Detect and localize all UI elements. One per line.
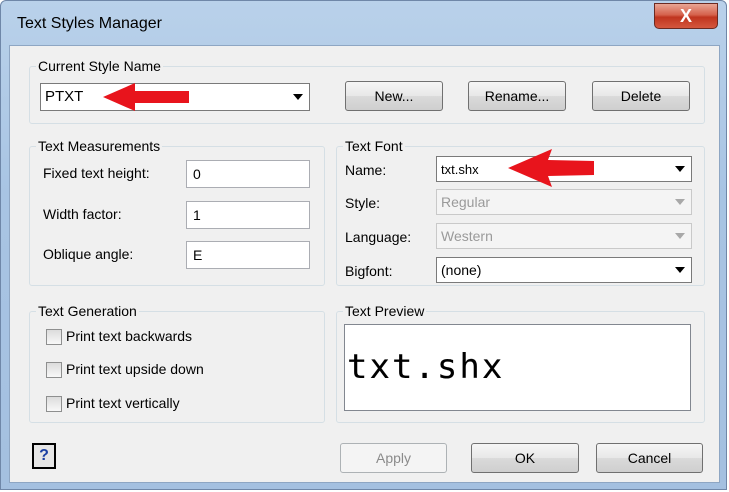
current-style-value: PTXT: [45, 88, 84, 105]
rename-button[interactable]: Rename...: [468, 81, 566, 111]
font-language-label: Language:: [345, 229, 412, 245]
chevron-down-icon: [675, 166, 685, 172]
print-vertically-label: Print text vertically: [66, 395, 180, 411]
font-name-value: txt.shx: [441, 162, 479, 177]
bigfont-value: (none): [441, 262, 482, 278]
width-factor-input[interactable]: 1: [186, 201, 310, 229]
print-upside-down-checkbox[interactable]: Print text upside down: [46, 360, 246, 380]
apply-button[interactable]: Apply: [340, 443, 447, 473]
preview-sample-text: txt.shx: [347, 347, 505, 387]
dialog-window: Text Styles Manager X Current Style Name…: [0, 0, 727, 490]
window-title: Text Styles Manager: [17, 15, 162, 32]
new-button[interactable]: New...: [345, 81, 443, 111]
print-backwards-label: Print text backwards: [66, 328, 193, 344]
font-style-label: Style:: [345, 195, 381, 211]
fixed-height-input[interactable]: 0: [186, 160, 310, 188]
oblique-angle-label: Oblique angle:: [43, 246, 134, 262]
text-preview-pane: txt.shx: [344, 324, 691, 411]
font-language-select[interactable]: Western: [436, 223, 692, 249]
current-style-group-label: Current Style Name: [36, 58, 163, 74]
checkbox-box[interactable]: [46, 362, 62, 378]
text-preview-group-label: Text Preview: [343, 303, 427, 319]
close-button[interactable]: X: [654, 3, 718, 29]
oblique-angle-input[interactable]: E: [186, 241, 310, 269]
font-style-select[interactable]: Regular: [436, 189, 692, 215]
text-font-group-label: Text Font: [343, 138, 405, 154]
print-backwards-checkbox[interactable]: Print text backwards: [46, 327, 246, 347]
chevron-down-icon: [675, 267, 685, 273]
delete-button[interactable]: Delete: [592, 81, 690, 111]
title-bar[interactable]: Text Styles Manager X: [1, 1, 726, 45]
print-vertically-checkbox[interactable]: Print text vertically: [46, 394, 246, 414]
checkbox-box[interactable]: [46, 396, 62, 412]
chevron-down-icon: [675, 199, 685, 205]
text-generation-group-label: Text Generation: [36, 303, 139, 319]
width-factor-label: Width factor:: [43, 206, 122, 222]
fixed-height-label: Fixed text height:: [43, 165, 150, 181]
bigfont-select[interactable]: (none): [436, 257, 692, 283]
font-name-label: Name:: [345, 162, 387, 178]
annotation-arrow-icon: [103, 83, 189, 111]
ok-button[interactable]: OK: [471, 443, 579, 473]
chevron-down-icon: [293, 94, 303, 100]
print-upside-down-label: Print text upside down: [66, 361, 204, 377]
help-button[interactable]: ?: [32, 443, 56, 469]
bigfont-label: Bigfont:: [345, 263, 393, 279]
chevron-down-icon: [675, 233, 685, 239]
font-style-value: Regular: [441, 194, 491, 210]
annotation-arrow-icon: [508, 149, 594, 187]
font-language-value: Western: [441, 228, 493, 244]
cancel-button[interactable]: Cancel: [596, 443, 703, 473]
text-measurements-group-label: Text Measurements: [36, 138, 163, 154]
checkbox-box[interactable]: [46, 329, 62, 345]
